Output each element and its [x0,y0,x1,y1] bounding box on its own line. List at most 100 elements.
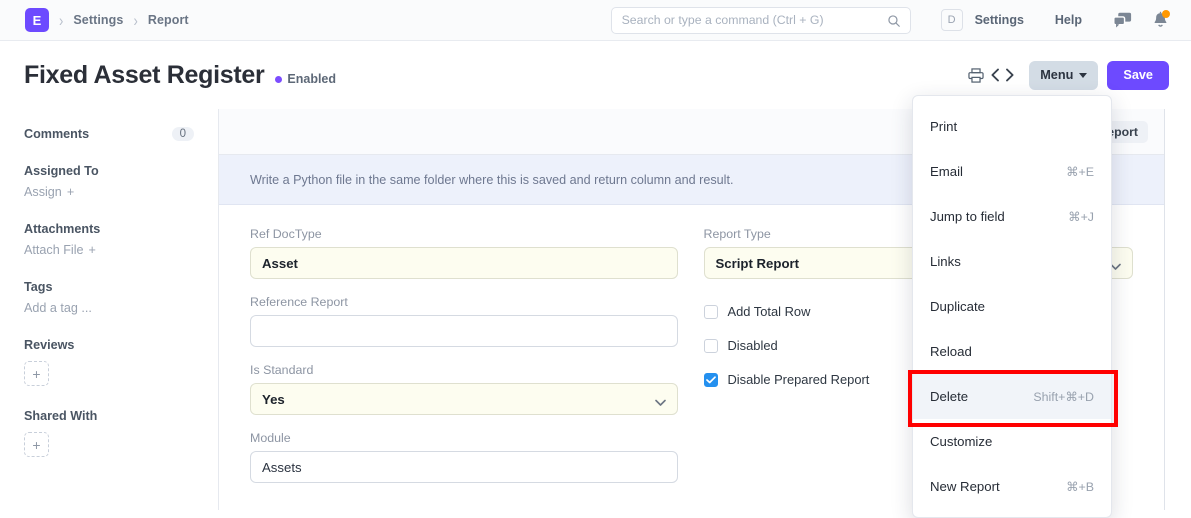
menu-item-delete-shortcut: Shift+⌘+D [1033,389,1094,404]
menu-item-email-label: Email [930,164,963,179]
breadcrumb-item-settings[interactable]: Settings [73,13,123,27]
sidebar-reviews-title: Reviews [24,338,194,352]
field-module-label: Module [250,431,678,445]
status-badge: Enabled [275,72,336,86]
reference-report-input[interactable] [250,315,678,347]
menu-button[interactable]: Menu [1029,61,1098,90]
plus-icon: + [32,366,40,382]
navbar-menu-settings-label: Settings [975,13,1024,27]
sidebar-assign-action[interactable]: Assign + [24,185,194,199]
sidebar-add-share-button[interactable]: + [24,432,49,457]
sidebar-shared-with-title: Shared With [24,409,194,423]
menu-item-new-report-shortcut: ⌘+B [1066,479,1094,494]
menu-item-duplicate[interactable]: Duplicate [913,284,1111,329]
sidebar-attach-file-label: Attach File [24,243,84,257]
sidebar: Comments 0 Assigned To Assign + Attachme… [0,109,219,510]
navbar-menu-help[interactable]: Help [1055,13,1095,27]
sidebar-attachments-title: Attachments [24,222,194,236]
printer-icon[interactable] [965,62,987,88]
sidebar-comments-label: Comments [24,127,89,141]
breadcrumb-separator: › [133,11,137,30]
notification-badge-dot [1162,10,1170,18]
checkbox-disabled-label: Disabled [728,338,778,353]
navbar-right-group: D Settings Help [611,7,1191,34]
menu-button-label: Menu [1040,68,1073,82]
page-header-actions: Menu Save [965,61,1191,90]
field-is-standard: Is Standard [250,363,678,415]
checkbox-box[interactable] [704,339,718,353]
sidebar-section-reviews: Reviews + [24,338,194,386]
menu-item-email-shortcut: ⌘+E [1066,164,1094,179]
navbar-menu-help-label: Help [1055,13,1082,27]
plus-icon: + [32,437,40,453]
sidebar-section-tags: Tags Add a tag ... [24,280,194,315]
search-box[interactable] [611,7,911,34]
field-is-standard-label: Is Standard [250,363,678,377]
menu-dropdown: Print Email ⌘+E Jump to field ⌘+J Links … [912,95,1112,518]
chat-icon[interactable] [1113,12,1132,29]
menu-item-reload-label: Reload [930,344,972,359]
sidebar-add-tag-action[interactable]: Add a tag ... [24,301,194,315]
page-title-group: Fixed Asset Register Enabled [0,61,336,90]
form-column-left: Ref DocType Reference Report Is Standard [250,227,678,499]
search-input[interactable] [622,13,900,27]
avatar[interactable]: D [941,9,963,31]
status-label: Enabled [287,72,336,86]
sidebar-comments-count: 0 [172,127,194,141]
breadcrumb-item-report[interactable]: Report [148,13,189,27]
menu-item-delete-wrapper: Delete Shift+⌘+D [913,374,1111,419]
menu-item-jump-to-field[interactable]: Jump to field ⌘+J [913,194,1111,239]
menu-item-new-report-label: New Report [930,479,1000,494]
status-dot-icon [275,76,282,83]
menu-item-customize[interactable]: Customize [913,419,1111,464]
plus-icon: + [67,185,74,199]
breadcrumb-separator: › [59,11,63,30]
field-reference-report-label: Reference Report [250,295,678,309]
page-right-gutter [1165,109,1191,510]
menu-item-email[interactable]: Email ⌘+E [913,149,1111,194]
menu-item-links[interactable]: Links [913,239,1111,284]
menu-item-jump-to-field-shortcut: ⌘+J [1068,209,1094,224]
notifications-bell-icon[interactable] [1152,11,1169,29]
menu-item-duplicate-label: Duplicate [930,299,985,314]
sidebar-assign-label: Assign [24,185,62,199]
chevron-down-icon [1079,73,1087,78]
field-reference-report: Reference Report [250,295,678,347]
sidebar-attach-file-action[interactable]: Attach File + [24,243,194,257]
chevron-right-icon[interactable] [1002,62,1017,88]
page-title: Fixed Asset Register [24,61,264,90]
field-ref-doctype-label: Ref DocType [250,227,678,241]
sidebar-tags-title: Tags [24,280,194,294]
menu-item-delete[interactable]: Delete Shift+⌘+D [913,374,1111,419]
chevron-left-icon[interactable] [987,62,1002,88]
is-standard-select[interactable] [250,383,678,415]
search-icon [887,14,901,33]
field-ref-doctype: Ref DocType [250,227,678,279]
sidebar-section-comments[interactable]: Comments 0 [24,127,194,141]
menu-item-print-label: Print [930,119,957,134]
breadcrumb: E › Settings › Report [0,8,189,32]
sidebar-section-attachments: Attachments Attach File + [24,222,194,257]
sidebar-add-tag-label: Add a tag ... [24,301,92,315]
checkbox-add-total-row-label: Add Total Row [728,304,811,319]
checkbox-disable-prepared-report-label: Disable Prepared Report [728,372,870,387]
sidebar-section-shared-with: Shared With + [24,409,194,457]
menu-item-new-report[interactable]: New Report ⌘+B [913,464,1111,509]
save-button[interactable]: Save [1107,61,1169,90]
checkbox-box-checked[interactable] [704,373,718,387]
checkbox-box[interactable] [704,305,718,319]
ref-doctype-input[interactable] [250,247,678,279]
menu-item-jump-to-field-label: Jump to field [930,209,1005,224]
field-module: Module [250,431,678,483]
sidebar-section-assigned-to: Assigned To Assign + [24,164,194,199]
sidebar-add-review-button[interactable]: + [24,361,49,386]
app-logo[interactable]: E [25,8,49,32]
sidebar-assigned-to-title: Assigned To [24,164,194,178]
menu-item-reload[interactable]: Reload [913,329,1111,374]
menu-item-links-label: Links [930,254,961,269]
plus-icon: + [89,243,96,257]
module-input[interactable] [250,451,678,483]
menu-item-print[interactable]: Print [913,104,1111,149]
navbar-menu-settings[interactable]: Settings [975,13,1037,27]
info-banner-text: Write a Python file in the same folder w… [250,173,733,187]
